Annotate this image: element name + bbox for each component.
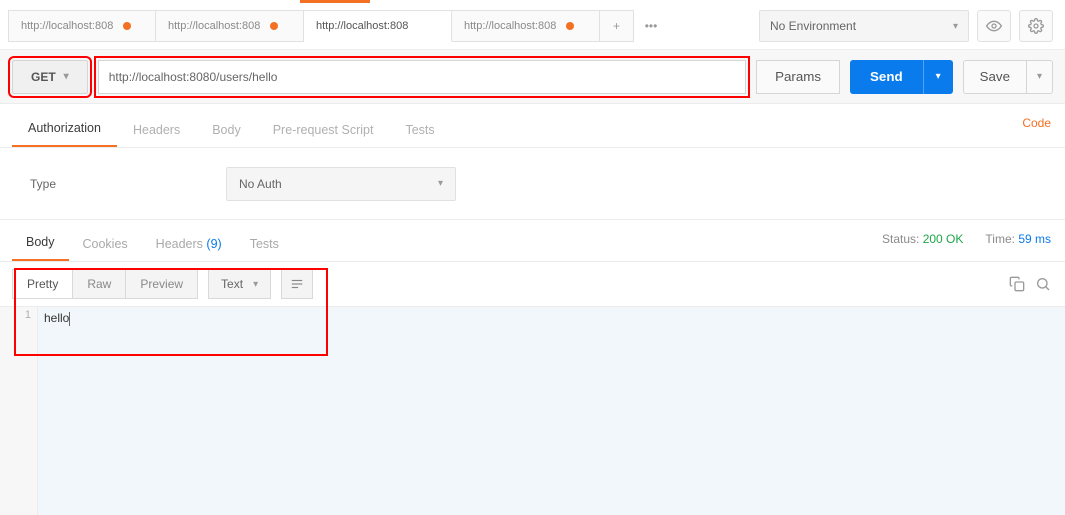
more-icon: ••• <box>645 19 658 33</box>
language-select[interactable]: Text ▾ <box>208 269 271 299</box>
resp-headers-count: (9) <box>206 237 221 251</box>
resp-headers-label: Headers <box>156 237 203 251</box>
params-label: Params <box>775 69 821 84</box>
gear-icon <box>1028 18 1044 34</box>
method-label: GET <box>31 70 56 84</box>
view-pretty-button[interactable]: Pretty <box>12 269 73 299</box>
save-label: Save <box>980 69 1010 84</box>
chevron-down-icon: ▾ <box>64 71 69 82</box>
environment-label: No Environment <box>770 19 856 33</box>
chevron-down-icon: ▾ <box>1037 71 1042 82</box>
toolbar-right: No Environment ▾ <box>759 10 1053 42</box>
send-button[interactable]: Send <box>850 60 923 94</box>
line-number: 1 <box>0 309 31 321</box>
tab-authorization[interactable]: Authorization <box>12 111 117 147</box>
view-preview-button[interactable]: Preview <box>126 269 198 299</box>
auth-type-label: Type <box>30 177 56 191</box>
status-value: 200 OK <box>923 232 964 246</box>
response-format-bar: Pretty Raw Preview Text ▾ <box>0 262 1065 306</box>
send-label: Send <box>870 69 903 84</box>
unsaved-dot-icon <box>123 22 131 30</box>
language-label: Text <box>221 277 243 291</box>
view-mode-group: Pretty Raw Preview <box>12 269 198 299</box>
response-body-editor[interactable]: hello <box>38 307 1065 515</box>
tab-label: http://localhost:808 <box>168 20 260 32</box>
tab-overflow-button[interactable]: ••• <box>634 10 668 42</box>
auth-type-select[interactable]: No Auth ▾ <box>226 167 456 201</box>
tab-prerequest[interactable]: Pre-request Script <box>257 113 390 147</box>
time-label: Time: <box>985 232 1015 246</box>
resp-tab-headers[interactable]: Headers (9) <box>142 227 236 261</box>
tabs-toolbar: http://localhost:808 http://localhost:80… <box>0 3 1065 50</box>
copy-response-button[interactable] <box>1009 276 1025 292</box>
tab-label: http://localhost:808 <box>21 20 113 32</box>
tab-request-2[interactable]: http://localhost:808 <box>304 10 452 42</box>
authorization-panel: Type No Auth ▾ <box>0 148 1065 220</box>
send-dropdown[interactable]: ▾ <box>923 60 953 94</box>
text-cursor-icon <box>69 312 70 326</box>
resp-tab-body[interactable]: Body <box>12 225 69 261</box>
tab-label: http://localhost:808 <box>464 20 556 32</box>
unsaved-dot-icon <box>270 22 278 30</box>
view-raw-button[interactable]: Raw <box>73 269 126 299</box>
response-meta: Status: 200 OK Time: 59 ms <box>882 232 1051 246</box>
resp-tab-tests[interactable]: Tests <box>236 227 293 261</box>
search-response-button[interactable] <box>1035 276 1051 292</box>
response-body-view: 1 hello <box>0 306 1065 515</box>
url-input[interactable] <box>98 60 746 94</box>
send-group: Send ▾ <box>850 60 953 94</box>
chevron-down-icon: ▾ <box>438 178 443 189</box>
chevron-down-icon: ▾ <box>936 71 941 82</box>
settings-button[interactable] <box>1019 10 1053 42</box>
unsaved-dot-icon <box>566 22 574 30</box>
save-dropdown[interactable]: ▾ <box>1027 60 1053 94</box>
save-button[interactable]: Save <box>963 60 1027 94</box>
time-value: 59 ms <box>1018 232 1051 246</box>
status-label: Status: <box>882 232 919 246</box>
wrap-icon <box>290 277 304 291</box>
response-tabs: Body Cookies Headers (9) Tests Status: 2… <box>0 220 1065 262</box>
code-link[interactable]: Code <box>1022 116 1051 130</box>
method-select[interactable]: GET ▾ <box>12 60 88 94</box>
auth-type-value: No Auth <box>239 177 282 191</box>
tab-request-3[interactable]: http://localhost:808 <box>452 10 600 42</box>
tab-label: http://localhost:808 <box>316 20 408 32</box>
chevron-down-icon: ▾ <box>953 21 958 32</box>
line-gutter: 1 <box>0 307 38 515</box>
tab-tests[interactable]: Tests <box>389 113 450 147</box>
save-group: Save ▾ <box>963 60 1053 94</box>
params-button[interactable]: Params <box>756 60 840 94</box>
response-body-text: hello <box>44 311 69 325</box>
wrap-lines-button[interactable] <box>281 269 313 299</box>
tab-headers[interactable]: Headers <box>117 113 196 147</box>
tab-request-0[interactable]: http://localhost:808 <box>8 10 156 42</box>
environment-quicklook-button[interactable] <box>977 10 1011 42</box>
tab-body[interactable]: Body <box>196 113 257 147</box>
chevron-down-icon: ▾ <box>253 279 258 290</box>
environment-select[interactable]: No Environment ▾ <box>759 10 969 42</box>
request-bar: GET ▾ Params Send ▾ Save ▾ <box>0 50 1065 104</box>
resp-tab-cookies[interactable]: Cookies <box>69 227 142 261</box>
add-tab-button[interactable]: + <box>600 10 634 42</box>
tab-request-1[interactable]: http://localhost:808 <box>156 10 304 42</box>
request-config-tabs: Authorization Headers Body Pre-request S… <box>0 104 1065 148</box>
eye-icon <box>986 18 1002 34</box>
response-tools <box>1009 276 1051 292</box>
plus-icon: + <box>613 19 620 33</box>
